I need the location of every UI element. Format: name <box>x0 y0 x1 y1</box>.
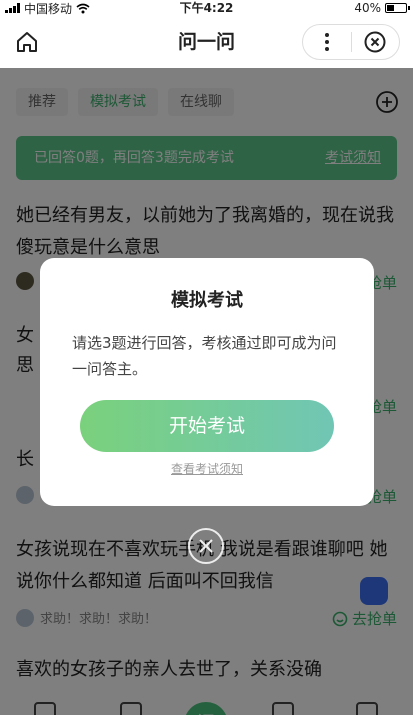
battery-percent: 40% <box>354 1 381 15</box>
close-icon <box>364 31 386 53</box>
more-icon <box>324 33 329 51</box>
view-exam-rules-link[interactable]: 查看考试须知 <box>40 460 374 477</box>
dialog-body: 请选3题进行回答，考核通过即可成为问一问答主。 <box>72 334 337 378</box>
close-button[interactable] <box>351 25 399 59</box>
mock-exam-dialog: 模拟考试 请选3题进行回答，考核通过即可成为问一问答主。 开始考试 查看考试须知 <box>40 258 374 506</box>
dialog-close-button[interactable] <box>188 528 224 564</box>
nav-bar: 问一问 <box>0 16 413 68</box>
more-button[interactable] <box>303 25 351 59</box>
start-exam-button[interactable]: 开始考试 <box>80 400 334 452</box>
status-right: 40% <box>354 0 410 16</box>
status-time: 下午4:22 <box>179 1 234 15</box>
status-bar: 中国移动 下午4:22 40% <box>0 0 413 16</box>
close-icon <box>199 539 213 553</box>
dialog-title: 模拟考试 <box>171 290 243 311</box>
mini-program-capsule <box>302 24 400 60</box>
battery-icon <box>385 3 410 13</box>
